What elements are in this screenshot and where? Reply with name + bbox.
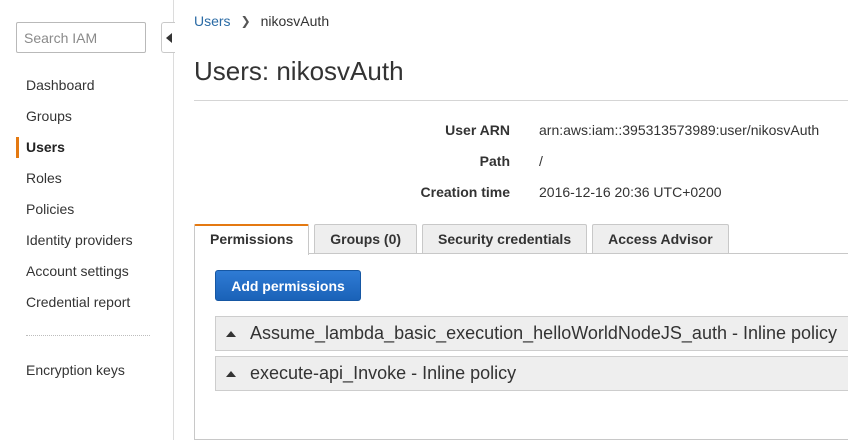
collapse-triangle-icon (226, 330, 236, 337)
breadcrumb: Users ❯ nikosvAuth (194, 13, 329, 29)
creation-time-value: 2016-12-16 20:36 UTC+0200 (539, 184, 722, 200)
sidebar: Dashboard Groups Users Roles Policies Id… (0, 0, 175, 440)
path-value: / (539, 153, 543, 169)
collapse-triangle-icon (226, 370, 236, 377)
sidebar-item-policies[interactable]: Policies (0, 194, 173, 225)
sidebar-item-account-settings[interactable]: Account settings (0, 256, 173, 287)
policy-row[interactable]: execute-api_Invoke - Inline policy (215, 356, 848, 391)
chevron-right-icon: ❯ (240, 14, 251, 28)
sidebar-nav: Dashboard Groups Users Roles Policies Id… (0, 70, 173, 318)
sidebar-collapse-button[interactable] (161, 22, 175, 53)
sidebar-item-groups[interactable]: Groups (0, 101, 173, 132)
user-summary: User ARN arn:aws:iam::395313573989:user/… (194, 114, 848, 207)
summary-row-creation-time: Creation time 2016-12-16 20:36 UTC+0200 (194, 176, 848, 207)
path-label: Path (479, 153, 510, 169)
title-divider (194, 100, 848, 101)
search-input[interactable] (16, 22, 146, 53)
sidebar-item-encryption-keys[interactable]: Encryption keys (0, 355, 173, 386)
sidebar-divider (26, 335, 150, 336)
policy-name: Assume_lambda_basic_execution_helloWorld… (250, 323, 838, 343)
policy-row[interactable]: Assume_lambda_basic_execution_helloWorld… (215, 316, 848, 351)
sidebar-nav-secondary: Encryption keys (0, 355, 173, 386)
chevron-left-icon (165, 32, 172, 43)
tab-bar: Permissions Groups (0) Security credenti… (194, 224, 734, 255)
tab-security-credentials[interactable]: Security credentials (422, 224, 588, 254)
tab-groups[interactable]: Groups (0) (314, 224, 418, 254)
summary-row-path: Path / (194, 145, 848, 176)
user-arn-value: arn:aws:iam::395313573989:user/nikosvAut… (539, 122, 820, 138)
summary-row-arn: User ARN arn:aws:iam::395313573989:user/… (194, 114, 848, 145)
sidebar-item-identity-providers[interactable]: Identity providers (0, 225, 173, 256)
sidebar-item-users[interactable]: Users (0, 132, 173, 163)
policy-name: execute-api_Invoke - Inline policy (250, 363, 517, 383)
sidebar-item-dashboard[interactable]: Dashboard (0, 70, 173, 101)
sidebar-item-credential-report[interactable]: Credential report (0, 287, 173, 318)
breadcrumb-link-users[interactable]: Users (194, 13, 231, 29)
user-arn-label: User ARN (445, 122, 510, 138)
breadcrumb-current: nikosvAuth (260, 13, 330, 29)
sidebar-item-roles[interactable]: Roles (0, 163, 173, 194)
page-title: Users: nikosvAuth (194, 56, 404, 86)
tab-permissions[interactable]: Permissions (194, 224, 310, 255)
tab-access-advisor[interactable]: Access Advisor (592, 224, 729, 254)
creation-time-label: Creation time (420, 184, 510, 200)
add-permissions-button[interactable]: Add permissions (215, 270, 361, 301)
